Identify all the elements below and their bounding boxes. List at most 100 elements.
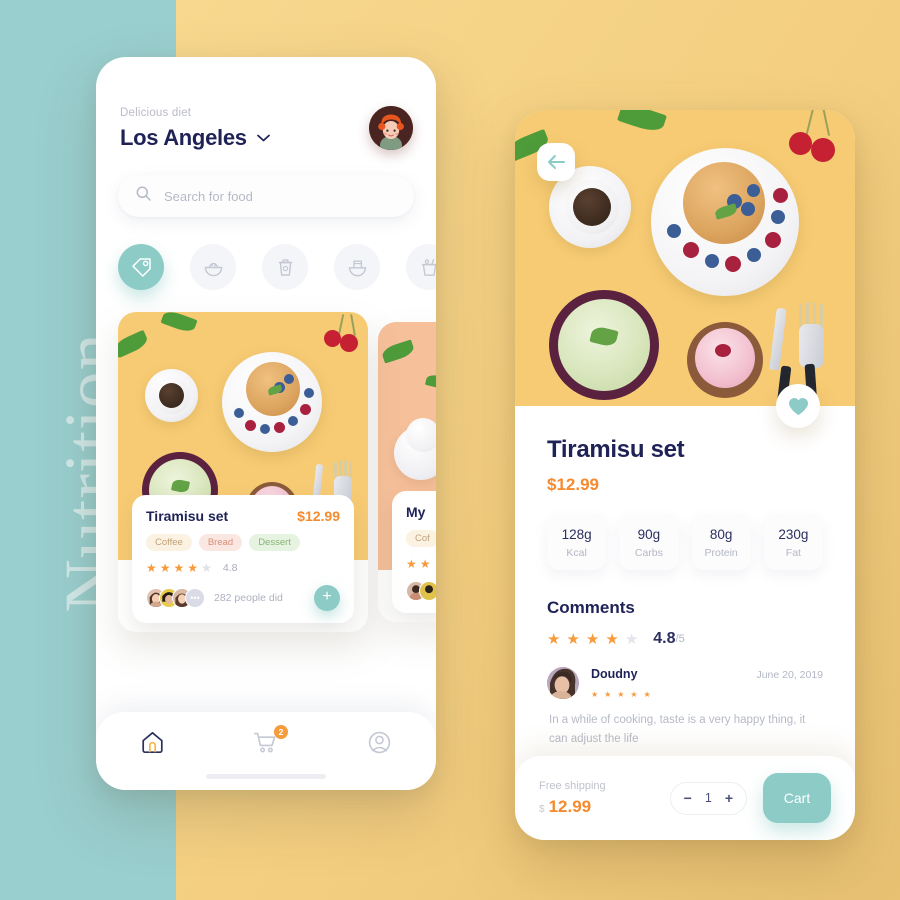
phone-detail-screen: Tiramisu set $12.99 128g Kcal 90g Carbs … <box>515 110 855 840</box>
food-tags: Coffee Bread Dessert <box>146 534 340 551</box>
nutrition-label: Protein <box>704 547 738 559</box>
heart-icon <box>788 397 808 415</box>
tab-cart[interactable]: 2 <box>209 725 322 755</box>
category-tag[interactable] <box>118 244 164 290</box>
favorite-button[interactable] <box>776 384 820 428</box>
category-row <box>118 244 436 290</box>
quantity-value: 1 <box>704 791 712 805</box>
increase-quantity-button[interactable]: + <box>725 790 733 806</box>
cart-badge: 2 <box>274 725 288 739</box>
shipping-label: Free shipping <box>539 779 606 792</box>
people-avatars: ••• <box>146 588 205 608</box>
star-icon: ★ <box>643 690 651 699</box>
review-stars: ★ ★ ★ ★ ★ <box>591 684 823 702</box>
food-card-next-info: My Cof ★ ★ <box>392 491 436 613</box>
food-title-next: My <box>406 504 426 520</box>
arrow-left-icon <box>547 155 565 169</box>
tab-home[interactable] <box>96 730 209 755</box>
food-card-main-info: Tiramisu set $12.99 Coffee Bread Dessert… <box>132 495 354 623</box>
rating-row-next: ★ ★ <box>406 557 436 571</box>
people-count-label: 282 people did <box>214 592 283 604</box>
comments-heading: Comments <box>547 598 635 617</box>
star-icon: ★ <box>159 561 171 575</box>
search-placeholder: Search for food <box>164 188 253 204</box>
review-text: In a while of cooking, taste is a very h… <box>549 714 806 745</box>
star-icon: ★ <box>419 557 431 571</box>
star-icon-empty: ★ <box>201 561 212 575</box>
reviewer-avatar-illustration <box>547 667 579 699</box>
nutrition-kcal: 128g Kcal <box>547 515 607 570</box>
review-date: June 20, 2019 <box>756 669 823 681</box>
back-button[interactable] <box>537 143 575 181</box>
rating-row: ★ ★ ★ ★ ★ 4.8 <box>146 561 340 575</box>
nutrition-fat: 230g Fat <box>763 515 823 570</box>
category-rice-bowl[interactable] <box>190 244 236 290</box>
people-row-next <box>406 581 436 601</box>
rating-value: 4.8 <box>222 562 238 574</box>
review-item: Doudny June 20, 2019 ★ ★ ★ ★ ★ <box>547 667 823 702</box>
food-card-next[interactable]: My Cof ★ ★ <box>378 322 436 622</box>
quantity-stepper[interactable]: − 1 + <box>669 781 747 815</box>
people-row: ••• 282 people did + <box>146 585 340 611</box>
star-icon: ★ <box>604 690 612 699</box>
review-body: Doudny June 20, 2019 ★ ★ ★ ★ ★ <box>591 667 823 702</box>
nutrition-protein: 80g Protein <box>691 515 751 570</box>
nutrition-value: 128g <box>561 527 592 542</box>
rating-score-suffix: /5 <box>675 633 685 645</box>
total-price: 12.99 <box>548 796 592 816</box>
nutrition-value: 230g <box>778 527 809 542</box>
comments-rating: ★ ★ ★ ★ ★ 4.8 /5 <box>547 630 823 648</box>
tag-chip-coffee[interactable]: Coffee <box>146 534 192 551</box>
home-indicator <box>206 774 326 779</box>
avatar-illustration <box>369 106 413 150</box>
reviewer-avatar <box>547 667 579 699</box>
search-input[interactable]: Search for food <box>118 175 414 217</box>
nutrition-carbs: 90g Carbs <box>619 515 679 570</box>
nutrition-label: Carbs <box>634 547 663 559</box>
tag-chip: Cof <box>406 530 436 547</box>
category-cup[interactable] <box>262 244 308 290</box>
tab-profile[interactable] <box>323 730 436 755</box>
rating-score: 4.8 <box>653 630 676 647</box>
search-icon <box>136 186 151 206</box>
product-title: Tiramisu set <box>547 436 685 463</box>
nutrition-label: Kcal <box>566 547 587 559</box>
food-tags-next: Cof <box>406 530 436 547</box>
star-icon: ★ <box>173 561 185 575</box>
tag-chip-bread[interactable]: Bread <box>198 534 243 551</box>
buy-bar-price-block: Free shipping $ 12.99 <box>539 780 606 817</box>
star-icon-empty: ★ <box>624 631 639 648</box>
nutrition-value: 80g <box>709 527 733 542</box>
star-icon: ★ <box>146 561 157 575</box>
product-hero-image <box>515 110 855 428</box>
category-noodle-bowl[interactable] <box>334 244 380 290</box>
product-detail: Tiramisu set $12.99 128g Kcal 90g Carbs … <box>515 406 855 749</box>
star-icon: ★ <box>566 631 580 648</box>
phone-list-screen: Delicious diet Los Angeles Search for fo… <box>96 57 436 790</box>
reviewer-name: Doudny <box>591 667 638 681</box>
star-icon: ★ <box>591 690 599 699</box>
bottom-tabbar: 2 <box>96 712 436 790</box>
star-icon: ★ <box>406 557 417 571</box>
star-icon: ★ <box>187 561 199 575</box>
currency-symbol: $ <box>539 803 545 815</box>
food-price: $12.99 <box>297 508 340 524</box>
cart-button[interactable]: Cart <box>763 773 831 823</box>
profile-icon <box>368 731 391 754</box>
avatar <box>419 581 436 601</box>
avatar[interactable] <box>369 106 413 150</box>
nutrition-value: 90g <box>637 527 661 542</box>
avatar-overflow[interactable]: ••• <box>185 588 205 608</box>
add-to-cart-button[interactable]: + <box>314 585 340 611</box>
star-icon: ★ <box>585 631 600 648</box>
food-card-main[interactable]: Tiramisu set $12.99 Coffee Bread Dessert… <box>118 312 368 632</box>
star-icon: ★ <box>617 690 625 699</box>
decrease-quantity-button[interactable]: − <box>684 790 692 806</box>
star-icon: ★ <box>630 690 638 699</box>
tag-chip-dessert[interactable]: Dessert <box>249 534 300 551</box>
city-label: Los Angeles <box>120 125 247 150</box>
star-icon: ★ <box>605 631 619 648</box>
star-icon: ★ <box>547 631 561 648</box>
food-card-carousel[interactable]: My Cof ★ ★ Tiramisu set $12.99 Coffee Br… <box>96 312 436 632</box>
category-drink[interactable] <box>406 244 436 290</box>
